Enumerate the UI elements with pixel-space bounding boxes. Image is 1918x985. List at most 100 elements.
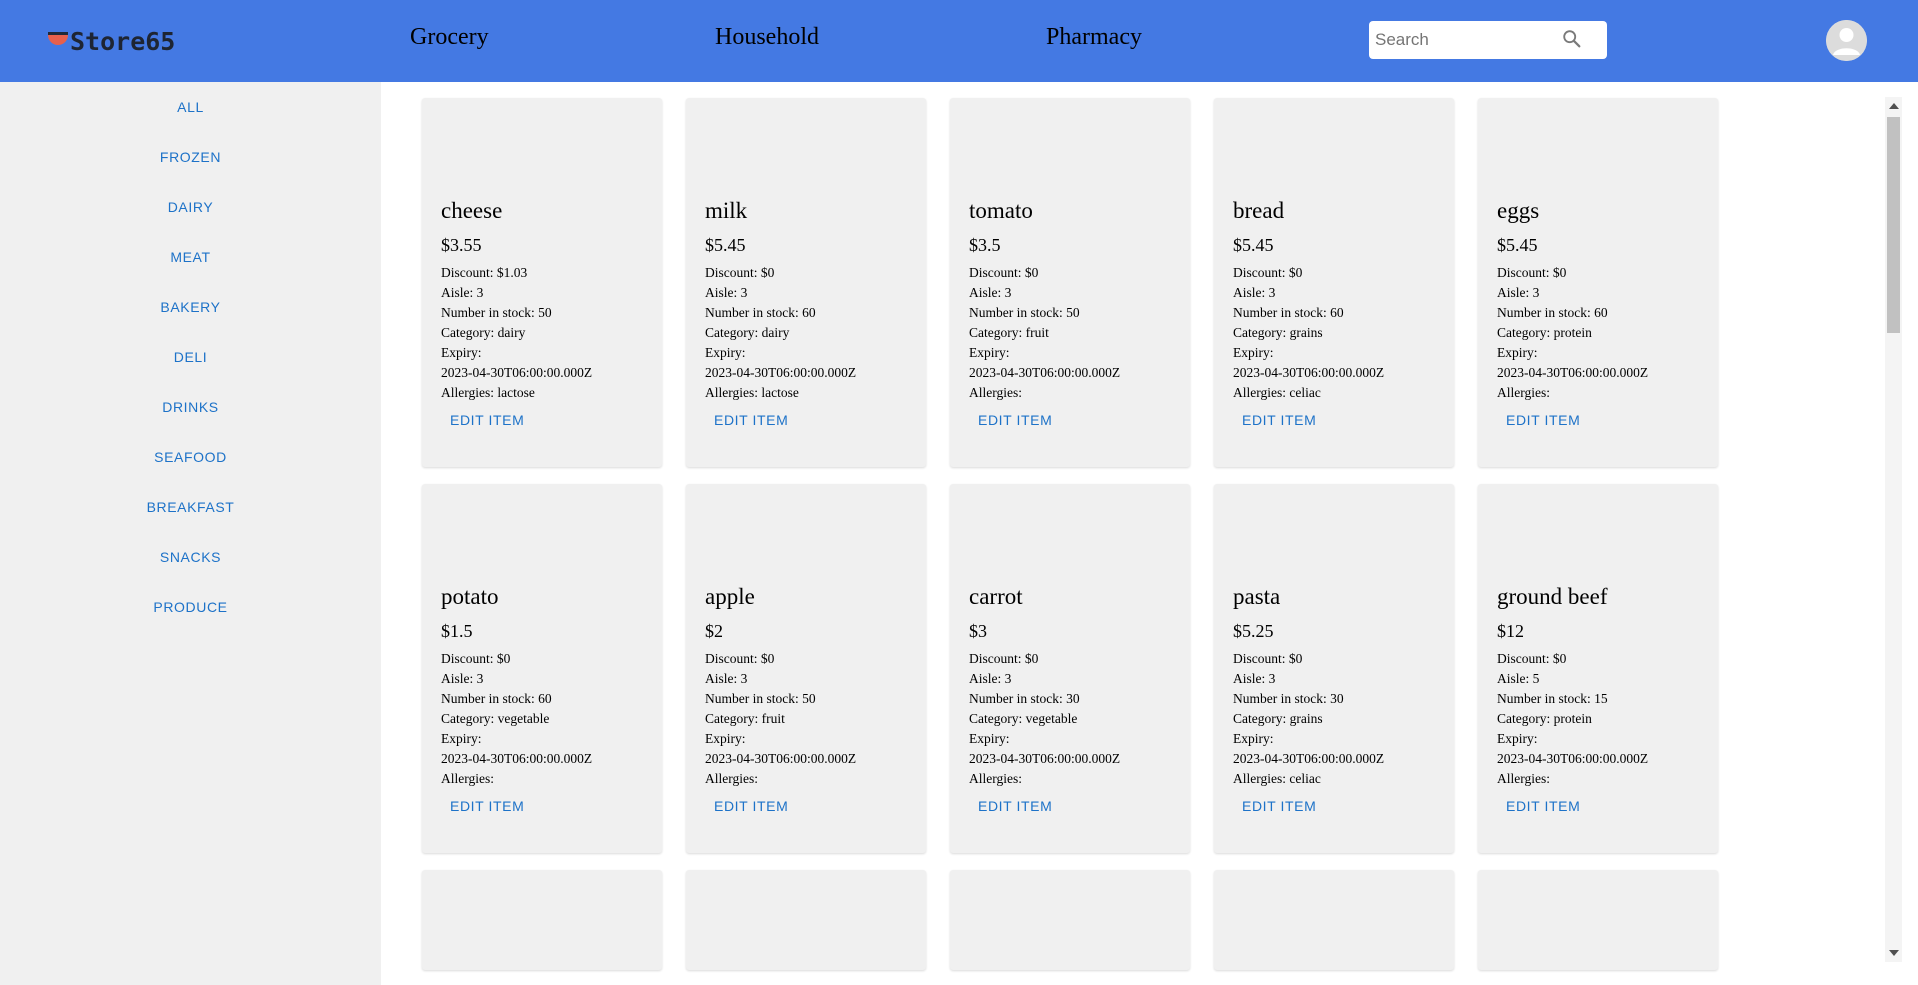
product-allergies-label: Allergies: [441, 771, 494, 786]
product-name: pasta [1233, 584, 1281, 609]
product-allergies: Allergies: [969, 769, 1120, 789]
product-expiry-label: Expiry: [1233, 345, 1274, 360]
edit-item-button[interactable]: EDIT ITEM [978, 798, 1052, 814]
product-discount-value: $0 [1552, 651, 1567, 666]
sidebar-item-bakery[interactable]: BAKERY [0, 299, 381, 315]
product-aisle-value: 5 [1532, 671, 1540, 686]
product-allergies-label: Allergies: [1497, 771, 1550, 786]
product-details: Discount: $0 Aisle: 3 Number in stock: 60 C… [441, 649, 592, 789]
product-aisle-value: 3 [476, 671, 484, 686]
product-category-label: Category: [705, 711, 762, 726]
product-aisle-label: Aisle: [969, 671, 1005, 686]
product-expiry-value: 2023-04-30T06:00:00.000Z [1497, 751, 1649, 766]
product-allergies-value: celiac [1289, 771, 1321, 786]
product-card: ground beef $12 Discount: $0 Aisle: 5 Number… [1478, 484, 1718, 853]
product-aisle-label: Aisle: [1233, 671, 1269, 686]
edit-item-button[interactable]: EDIT ITEM [978, 412, 1052, 428]
account-circle-icon [1826, 20, 1867, 61]
sidebar-item-dairy[interactable]: DAIRY [0, 199, 381, 215]
product-stock: Number in stock: 50 [969, 303, 1120, 323]
product-allergies-label: Allergies: [969, 771, 1022, 786]
product-stock: Number in stock: 50 [705, 689, 856, 709]
search-icon[interactable] [1561, 28, 1583, 50]
product-expiry-label: Expiry: [705, 731, 746, 746]
product-price: $5.45 [705, 235, 746, 255]
product-category-value: fruit [1025, 325, 1049, 340]
sidebar-item-deli[interactable]: DELI [0, 349, 381, 365]
edit-item-button[interactable]: EDIT ITEM [714, 798, 788, 814]
product-expiry: Expiry: [1233, 343, 1384, 363]
product-allergies-label: Allergies: [705, 385, 762, 400]
scroll-up-arrow-icon[interactable] [1889, 103, 1899, 109]
product-discount-value: $0 [1288, 651, 1303, 666]
product-category-value: dairy [497, 325, 526, 340]
product-price: $5.45 [1233, 235, 1274, 255]
product-category: Category: protein [1497, 709, 1648, 729]
scrollbar-thumb[interactable] [1887, 117, 1900, 333]
product-category-value: grains [1289, 325, 1323, 340]
sidebar-item-meat[interactable]: MEAT [0, 249, 381, 265]
product-allergies: Allergies: [705, 769, 856, 789]
product-allergies: Allergies: celiac [1233, 769, 1384, 789]
product-price: $3.5 [969, 235, 1001, 255]
product-expiry: Expiry: [705, 343, 856, 363]
edit-item-button[interactable]: EDIT ITEM [1242, 798, 1316, 814]
sidebar-item-breakfast[interactable]: BREAKFAST [0, 499, 381, 515]
product-allergies-label: Allergies: [969, 385, 1022, 400]
product-stock-value: 60 [538, 691, 552, 706]
product-expiry: Expiry: [705, 729, 856, 749]
product-discount-label: Discount: [969, 265, 1025, 280]
product-stock-value: 50 [802, 691, 816, 706]
product-category-label: Category: [441, 711, 498, 726]
sidebar-item-produce[interactable]: PRODUCE [0, 599, 381, 615]
nav-grocery[interactable]: Grocery [410, 24, 489, 51]
product-aisle-label: Aisle: [441, 285, 477, 300]
edit-item-button[interactable]: EDIT ITEM [714, 412, 788, 428]
product-discount: Discount: $0 [969, 649, 1120, 669]
product-details: Discount: $0 Aisle: 3 Number in stock: 60 C… [1497, 263, 1648, 403]
product-expiry-value: 2023-04-30T06:00:00.000Z [969, 751, 1121, 766]
product-expiry-value: 2023-04-30T06:00:00.000Z [1497, 365, 1649, 380]
product-allergies: Allergies: [1497, 769, 1648, 789]
edit-item-button[interactable]: EDIT ITEM [450, 412, 524, 428]
product-stock-value: 30 [1330, 691, 1344, 706]
product-discount: Discount: $0 [1497, 263, 1648, 283]
scrollbar[interactable] [1885, 97, 1902, 962]
product-name: tomato [969, 198, 1033, 223]
product-category: Category: protein [1497, 323, 1648, 343]
product-discount-label: Discount: [1233, 651, 1289, 666]
nav-pharmacy[interactable]: Pharmacy [1046, 24, 1142, 51]
product-aisle-label: Aisle: [441, 671, 477, 686]
product-price: $1.5 [441, 621, 473, 641]
product-stock-label: Number in stock: [705, 305, 803, 320]
product-stock: Number in stock: 50 [441, 303, 592, 323]
sidebar-item-snacks[interactable]: SNACKS [0, 549, 381, 565]
product-expiry-value: 2023-04-30T06:00:00.000Z [705, 751, 857, 766]
sidebar-item-seafood[interactable]: SEAFOOD [0, 449, 381, 465]
product-aisle-label: Aisle: [1233, 285, 1269, 300]
product-details: Discount: $0 Aisle: 3 Number in stock: 60 C… [705, 263, 856, 403]
product-details: Discount: $0 Aisle: 3 Number in stock: 50 C… [705, 649, 856, 789]
edit-item-button[interactable]: EDIT ITEM [450, 798, 524, 814]
sidebar-item-frozen[interactable]: FROZEN [0, 149, 381, 165]
product-name: carrot [969, 584, 1023, 609]
product-expiry-label: Expiry: [705, 345, 746, 360]
nav-household[interactable]: Household [715, 24, 819, 51]
edit-item-button[interactable]: EDIT ITEM [1506, 412, 1580, 428]
product-aisle-value: 3 [1004, 671, 1012, 686]
account-avatar[interactable] [1826, 20, 1867, 61]
sidebar-item-all[interactable]: ALL [0, 99, 381, 115]
scroll-down-arrow-icon[interactable] [1889, 950, 1899, 956]
product-allergies: Allergies: [1497, 383, 1648, 403]
edit-item-button[interactable]: EDIT ITEM [1242, 412, 1316, 428]
search-input[interactable] [1375, 26, 1555, 54]
product-stock-label: Number in stock: [1497, 691, 1595, 706]
store-logo[interactable]: Store65 [48, 26, 175, 56]
product-expiry: Expiry: [969, 729, 1120, 749]
edit-item-button[interactable]: EDIT ITEM [1506, 798, 1580, 814]
product-name: apple [705, 584, 755, 609]
product-discount: Discount: $1.03 [441, 263, 592, 283]
product-discount-label: Discount: [1497, 265, 1553, 280]
product-allergies-value: celiac [1289, 385, 1321, 400]
sidebar-item-drinks[interactable]: DRINKS [0, 399, 381, 415]
